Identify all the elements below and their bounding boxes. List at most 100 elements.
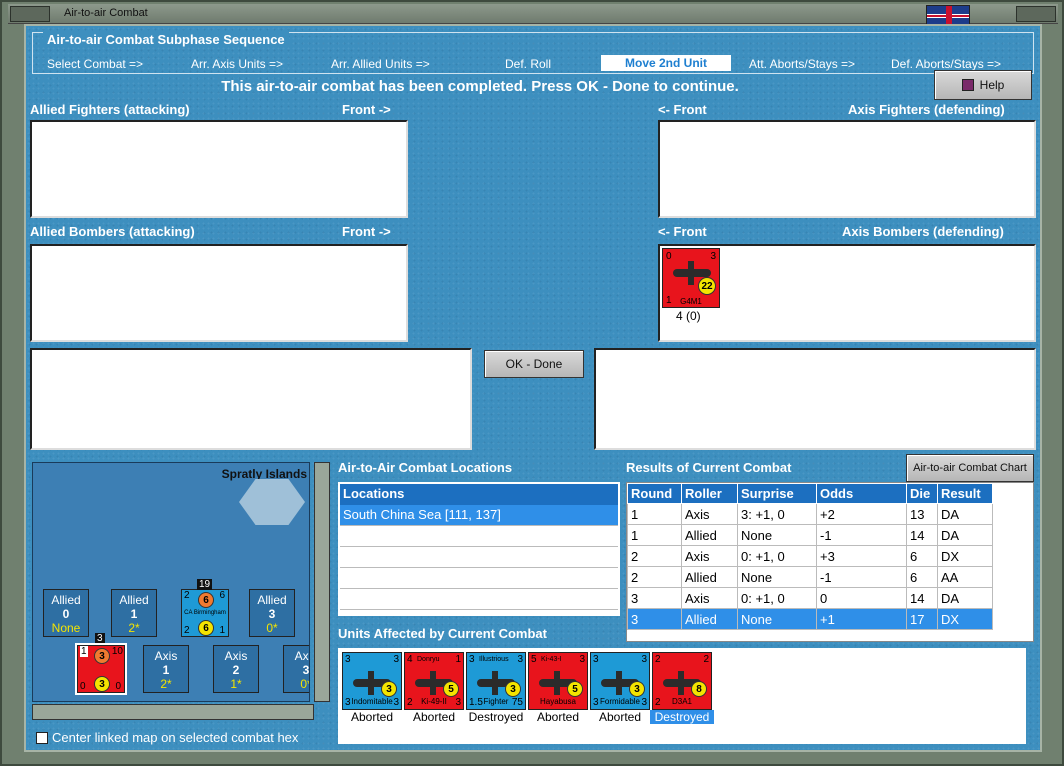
unit-name: D3A1 <box>671 697 692 706</box>
stack-count-a: 19 <box>197 579 213 590</box>
front-left-label-1: <- Front <box>658 102 707 117</box>
strength-circle: 3 <box>505 681 521 697</box>
axis-fighters-label: Axis Fighters (defending) <box>848 102 1005 117</box>
unit-counter[interactable]: 5 3 Ki-43-I 5 Hayabusa <box>528 652 588 710</box>
axis-stack-counter[interactable]: 1 3 10 0 3 0 <box>75 643 127 695</box>
book-icon <box>961 79 974 91</box>
island-hex <box>239 479 305 525</box>
unit-status: Aborted <box>412 710 456 724</box>
allied-fighters-label: Allied Fighters (attacking) <box>30 102 190 117</box>
stack-count-b: 3 <box>95 633 105 644</box>
unit-status: Destroyed <box>650 710 714 724</box>
map-vertical-scrollbar[interactable] <box>314 462 330 702</box>
system-menu-button[interactable] <box>10 6 50 22</box>
help-button[interactable]: Help <box>934 70 1032 100</box>
unit-name: Fighter <box>483 697 509 706</box>
allied-fighters-box[interactable] <box>30 120 408 218</box>
subphase-sequence: Air-to-air Combat Subphase Sequence Sele… <box>32 32 1034 74</box>
combat-panel: Air-to-air Combat Subphase Sequence Sele… <box>24 24 1042 752</box>
axis-box-2: Axis 2 1* <box>213 645 259 693</box>
window-control-button[interactable] <box>1016 6 1056 22</box>
axis-box-3: Axis30* <box>283 645 309 693</box>
seq-arr-allied: Arr. Allied Units => <box>331 57 430 71</box>
unit-name: Hayabusa <box>539 697 577 706</box>
title-bar[interactable]: Air-to-air Combat <box>8 4 1058 25</box>
bomber-plane-icon <box>673 261 711 285</box>
unit-status: Aborted <box>536 710 580 724</box>
table-row[interactable]: 2 Allied None -1 6 AA <box>627 566 993 588</box>
center-link-label: Center linked map on selected combat hex <box>52 730 299 745</box>
locations-list[interactable]: Locations South China Sea [111, 137] <box>338 482 620 616</box>
table-row[interactable]: 2 Axis 0: +1, 0 +3 6 DX <box>627 545 993 567</box>
counter-caption: 4 (0) <box>676 309 701 323</box>
unit-counter[interactable]: 4 1 2 3 Donryu 5 Ki-49-II <box>404 652 464 710</box>
window-title: Air-to-air Combat <box>64 7 148 19</box>
ship-counter[interactable]: 2 6 6 CA Birmingham 2 6 1 <box>181 589 229 637</box>
locations-header: Locations <box>340 484 618 505</box>
seq-arr-axis: Arr. Axis Units => <box>191 57 284 71</box>
location-row[interactable] <box>340 547 618 568</box>
air-combat-window: Air-to-air Combat Air-to-air Combat Subp… <box>0 0 1064 766</box>
location-row[interactable] <box>340 526 618 547</box>
status-banner: This air-to-air combat has been complete… <box>221 78 739 95</box>
center-link-checkbox[interactable] <box>36 732 48 744</box>
unit-counter[interactable]: 2 2 2 8 D3A1 <box>652 652 712 710</box>
unit-counter[interactable]: 3 3 1.5 75 Illustrious 3 Fighter <box>466 652 526 710</box>
unit-status: Aborted <box>598 710 642 724</box>
seq-select-combat: Select Combat => <box>47 57 144 71</box>
strength-circle: 5 <box>443 681 459 697</box>
ok-done-button[interactable]: OK - Done <box>484 350 584 378</box>
seq-def-aborts: Def. Aborts/Stays => <box>891 57 1002 71</box>
unit-status: Aborted <box>350 710 394 724</box>
front-right-label-2: Front -> <box>342 224 391 239</box>
allied-box-3: Allied 3 0* <box>249 589 295 637</box>
allied-bombers-label: Allied Bombers (attacking) <box>30 224 195 239</box>
allied-box-0: Allied 0 None <box>43 589 89 637</box>
map-horizontal-scrollbar[interactable] <box>32 704 314 720</box>
strength-circle: 3 <box>381 681 397 697</box>
axis-results-box <box>594 348 1036 450</box>
map-place-label: Spratly Islands <box>221 467 307 481</box>
locations-title: Air-to-Air Combat Locations <box>338 460 513 475</box>
seq-move-2nd-unit: Move 2nd Unit <box>601 55 732 71</box>
unit-name: Ki-49-II <box>421 697 447 706</box>
strength-circle: 8 <box>691 681 707 697</box>
counter-name: G4M1 <box>680 297 702 306</box>
linked-map[interactable]: Spratly Islands Allied 0 None Allied 1 2* 2 … <box>32 462 310 702</box>
table-row[interactable]: 3 Allied None +1 17 DX <box>627 608 993 630</box>
seq-att-aborts: Att. Aborts/Stays => <box>749 57 856 71</box>
sequence-title: Air-to-air Combat Subphase Sequence <box>43 32 289 47</box>
axis-bombers-box[interactable]: 0 3 1 22 G4M1 4 (0) <box>658 244 1036 342</box>
table-row[interactable]: 1 Allied None -1 14 DA <box>627 524 993 546</box>
strength-circle: 22 <box>698 277 716 295</box>
unit-status: Destroyed <box>468 710 524 724</box>
uk-flag-icon <box>926 5 970 25</box>
axis-bombers-label: Axis Bombers (defending) <box>842 224 1004 239</box>
table-row[interactable]: 3 Axis 0: +1, 0 0 14 DA <box>627 587 993 609</box>
help-label: Help <box>979 78 1005 92</box>
location-row[interactable] <box>340 589 618 610</box>
table-row[interactable]: 1 Axis 3: +1, 0 +2 13 DA <box>627 503 993 525</box>
affected-title: Units Affected by Current Combat <box>338 626 547 641</box>
unit-name: Formidable <box>599 697 640 706</box>
allied-results-box <box>30 348 472 450</box>
axis-box-1: Axis 1 2* <box>143 645 189 693</box>
axis-fighters-box[interactable] <box>658 120 1036 218</box>
location-row[interactable]: South China Sea [111, 137] <box>340 505 618 526</box>
unit-counter[interactable]: 3 3 3 3 3 Formidable <box>590 652 650 710</box>
location-row[interactable] <box>340 568 618 589</box>
allied-bombers-box[interactable] <box>30 244 408 342</box>
front-right-label-1: Front -> <box>342 102 391 117</box>
unit-counter[interactable]: 3 3 3 3 3 Indomitable <box>342 652 402 710</box>
seq-def-roll: Def. Roll <box>505 57 552 71</box>
strength-circle: 3 <box>629 681 645 697</box>
front-left-label-2: <- Front <box>658 224 707 239</box>
allied-box-1: Allied 1 2* <box>111 589 157 637</box>
results-table-frame: Round Roller Surprise Odds Die Result 1A… <box>626 482 1034 642</box>
affected-units-box: 3 3 3 3 3 Indomitable Aborted 4 1 2 3 Donryu 5 Ki-49-… <box>338 648 1026 744</box>
results-table: Round Roller Surprise Odds Die Result 1A… <box>627 483 993 630</box>
unit-name: Indomitable <box>351 697 393 706</box>
results-title: Results of Current Combat <box>626 460 792 475</box>
air-combat-chart-button[interactable]: Air-to-air Combat Chart <box>906 454 1034 482</box>
g4m1-counter[interactable]: 0 3 1 22 G4M1 <box>662 248 720 308</box>
